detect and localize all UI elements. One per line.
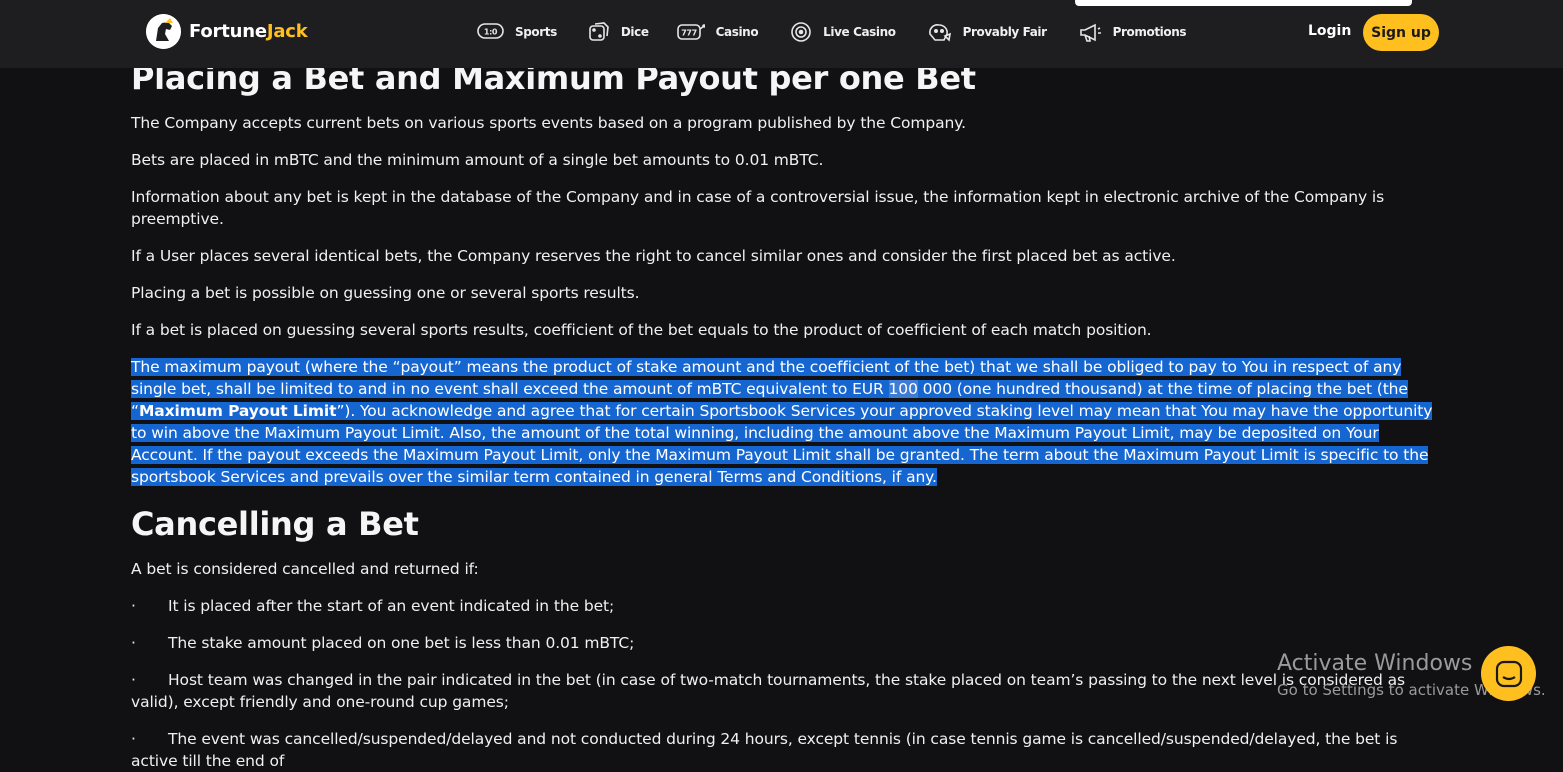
logo-text-jack: Jack <box>266 21 308 42</box>
paragraph: If a bet is placed on guessing several s… <box>131 321 1152 339</box>
provably-fair-icon <box>928 24 951 42</box>
nav-promotions[interactable]: Promotions <box>1078 21 1187 43</box>
bullet: · <box>131 597 136 615</box>
list-item: · The event was cancelled/suspended/delay… <box>131 728 1441 772</box>
max-payout-paragraph: The maximum payout (where the “payout” m… <box>131 356 1441 488</box>
list-item: · Host team was changed in the pair indic… <box>131 669 1441 713</box>
nav-casino[interactable]: 777 Casino <box>676 23 759 41</box>
live-casino-chip-icon <box>791 22 811 42</box>
slot-machine-icon: 777 <box>676 24 705 40</box>
dice-icon <box>589 22 609 41</box>
logo-text-fortune: Fortune <box>189 21 267 42</box>
bullet: · <box>131 730 136 748</box>
signup-button[interactable]: Sign up <box>1363 14 1439 51</box>
max-payout-limit-term: Maximum Payout Limit <box>138 402 337 420</box>
nav-provably-fair-label: Provably Fair <box>962 25 1047 39</box>
paragraph: If a User places several identical bets,… <box>131 247 1176 265</box>
list-item-text: It is placed after the start of an event… <box>168 597 615 615</box>
fortunejack-logo-icon <box>146 14 181 49</box>
bullet: · <box>131 671 136 689</box>
nav-casino-label: Casino <box>715 25 759 39</box>
login-link[interactable]: Login <box>1308 23 1351 39</box>
list-item: · It is placed after the start of an even… <box>131 595 1441 617</box>
site-logo[interactable]: FortuneJack <box>146 14 308 49</box>
nav-provably-fair[interactable]: Provably Fair <box>927 21 1047 43</box>
paragraph: The Company accepts current bets on vari… <box>131 114 966 132</box>
chat-icon <box>1495 660 1522 687</box>
section-title-cancelling-bet: Cancelling a Bet <box>131 505 419 543</box>
nav-dice[interactable]: Dice <box>588 21 649 43</box>
main-nav: 1:0 Sports Dice 777 Casino Live Casino P… <box>477 18 1187 46</box>
svg-text:777: 777 <box>681 29 697 38</box>
logo-text: FortuneJack <box>189 21 308 42</box>
list-item-text: Host team was changed in the pair indica… <box>131 671 1405 711</box>
list-item: · The stake amount placed on one bet is l… <box>131 632 1441 654</box>
list-item-text: The event was cancelled/suspended/delaye… <box>131 730 1398 770</box>
top-search-bar[interactable] <box>1075 0 1412 6</box>
nav-promotions-label: Promotions <box>1112 25 1187 39</box>
paragraph: Bets are placed in mBTC and the minimum … <box>131 151 824 169</box>
nav-sports[interactable]: 1:0 Sports <box>477 23 557 41</box>
paragraph: Information about any bet is kept in the… <box>131 188 1385 228</box>
selected-text: The maximum payout (where the “payout” m… <box>131 358 1432 486</box>
list-item-text: The stake amount placed on one bet is le… <box>168 634 635 652</box>
svg-text:1:0: 1:0 <box>484 28 498 37</box>
site-header: FortuneJack 1:0 Sports Dice 777 Casino L… <box>0 0 1563 68</box>
sports-icon: 1:0 <box>477 23 504 39</box>
megaphone-icon <box>1079 23 1101 42</box>
nav-live-casino-label: Live Casino <box>823 25 896 39</box>
nav-dice-label: Dice <box>620 25 649 39</box>
selected-text-number: 100 <box>888 380 918 398</box>
chat-button[interactable] <box>1481 646 1536 701</box>
paragraph: Placing a bet is possible on guessing on… <box>131 284 640 302</box>
terms-content: Placing a Bet and Maximum Payout per one… <box>131 56 1441 772</box>
nav-live-casino[interactable]: Live Casino <box>790 21 896 43</box>
bullet: · <box>131 634 136 652</box>
nav-sports-label: Sports <box>515 25 557 39</box>
paragraph: A bet is considered cancelled and return… <box>131 560 479 578</box>
